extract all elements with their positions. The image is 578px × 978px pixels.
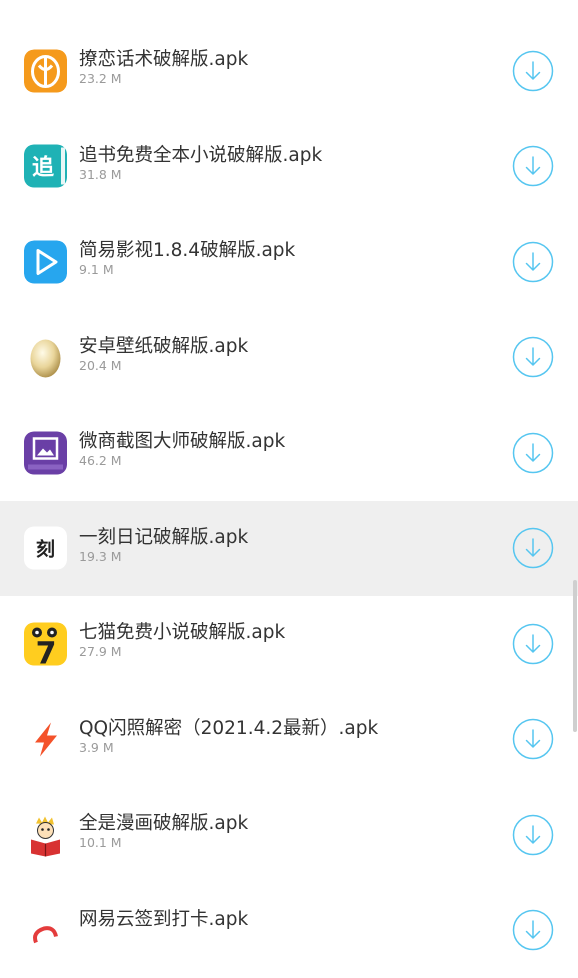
download-button[interactable] [512,336,554,378]
file-size: 46.2 M [79,453,285,469]
file-size: 20.4 M [79,358,248,374]
download-button[interactable] [512,432,554,474]
list-item-selected[interactable]: 刻 一刻日记破解版.apk 19.3 M [0,501,578,597]
list-item[interactable]: QQ闪照解密（2021.4.2最新）.apk 3.9 M [0,692,578,788]
list-item[interactable]: 网易云签到打卡.apk [0,883,578,978]
download-button[interactable] [512,241,554,283]
download-button[interactable] [512,527,554,569]
scrollbar[interactable] [573,580,577,732]
file-size: 19.3 M [79,549,248,565]
download-button[interactable] [512,718,554,760]
zhuishu-app-icon: 追 [24,145,67,188]
netease-music-app-icon [24,909,67,952]
download-icon [512,909,554,951]
file-name: 网易云签到打卡.apk [79,909,248,931]
download-button[interactable] [512,623,554,665]
download-icon [512,432,554,474]
download-icon [512,145,554,187]
file-size: 10.1 M [79,835,248,851]
yike-diary-app-icon: 刻 [24,527,67,570]
file-name: 简易影视1.8.4破解版.apk [79,240,295,262]
file-size: 23.2 M [79,71,248,87]
list-item[interactable]: 追 追书免费全本小说破解版.apk 31.8 M [0,119,578,215]
qimao-novel-app-icon: 7 [24,622,67,665]
file-name: QQ闪照解密（2021.4.2最新）.apk [79,718,378,740]
apk-file-list: 撩恋话术破解版.apk 23.2 M 追 追书免费全本小说破解版.apk 31.… [0,23,578,978]
file-name: 七猫免费小说破解版.apk [79,622,285,644]
flirt-app-icon [24,49,67,92]
list-item[interactable]: 7 七猫免费小说破解版.apk 27.9 M [0,596,578,692]
download-button[interactable] [512,50,554,92]
file-name: 一刻日记破解版.apk [79,527,248,549]
video-player-app-icon [24,240,67,283]
file-name: 微商截图大师破解版.apk [79,431,285,453]
screenshot-master-app-icon [24,431,67,474]
egg-wallpaper-app-icon [24,336,67,379]
file-size: 27.9 M [79,644,285,660]
download-icon [512,527,554,569]
file-name: 全是漫画破解版.apk [79,813,248,835]
file-name: 安卓壁纸破解版.apk [79,336,248,358]
list-item[interactable]: 微商截图大师破解版.apk 46.2 M [0,405,578,501]
file-size: 9.1 M [79,262,295,278]
file-name: 撩恋话术破解版.apk [79,49,248,71]
file-size: 3.9 M [79,740,378,756]
download-icon [512,718,554,760]
download-icon [512,50,554,92]
lightning-app-icon [24,718,67,761]
download-icon [512,241,554,283]
download-button[interactable] [512,145,554,187]
list-item[interactable]: 全是漫画破解版.apk 10.1 M [0,787,578,883]
download-icon [512,814,554,856]
comic-reader-app-icon [24,813,67,856]
svg-text:追: 追 [32,155,54,181]
download-icon [512,623,554,665]
list-item[interactable]: 撩恋话术破解版.apk 23.2 M [0,23,578,119]
file-size: 31.8 M [79,167,322,183]
svg-text:7: 7 [36,636,57,665]
download-button[interactable] [512,909,554,951]
list-item[interactable]: 简易影视1.8.4破解版.apk 9.1 M [0,214,578,310]
file-name: 追书免费全本小说破解版.apk [79,145,322,167]
list-item[interactable]: 安卓壁纸破解版.apk 20.4 M [0,310,578,406]
svg-text:刻: 刻 [36,538,55,561]
download-button[interactable] [512,814,554,856]
download-icon [512,336,554,378]
